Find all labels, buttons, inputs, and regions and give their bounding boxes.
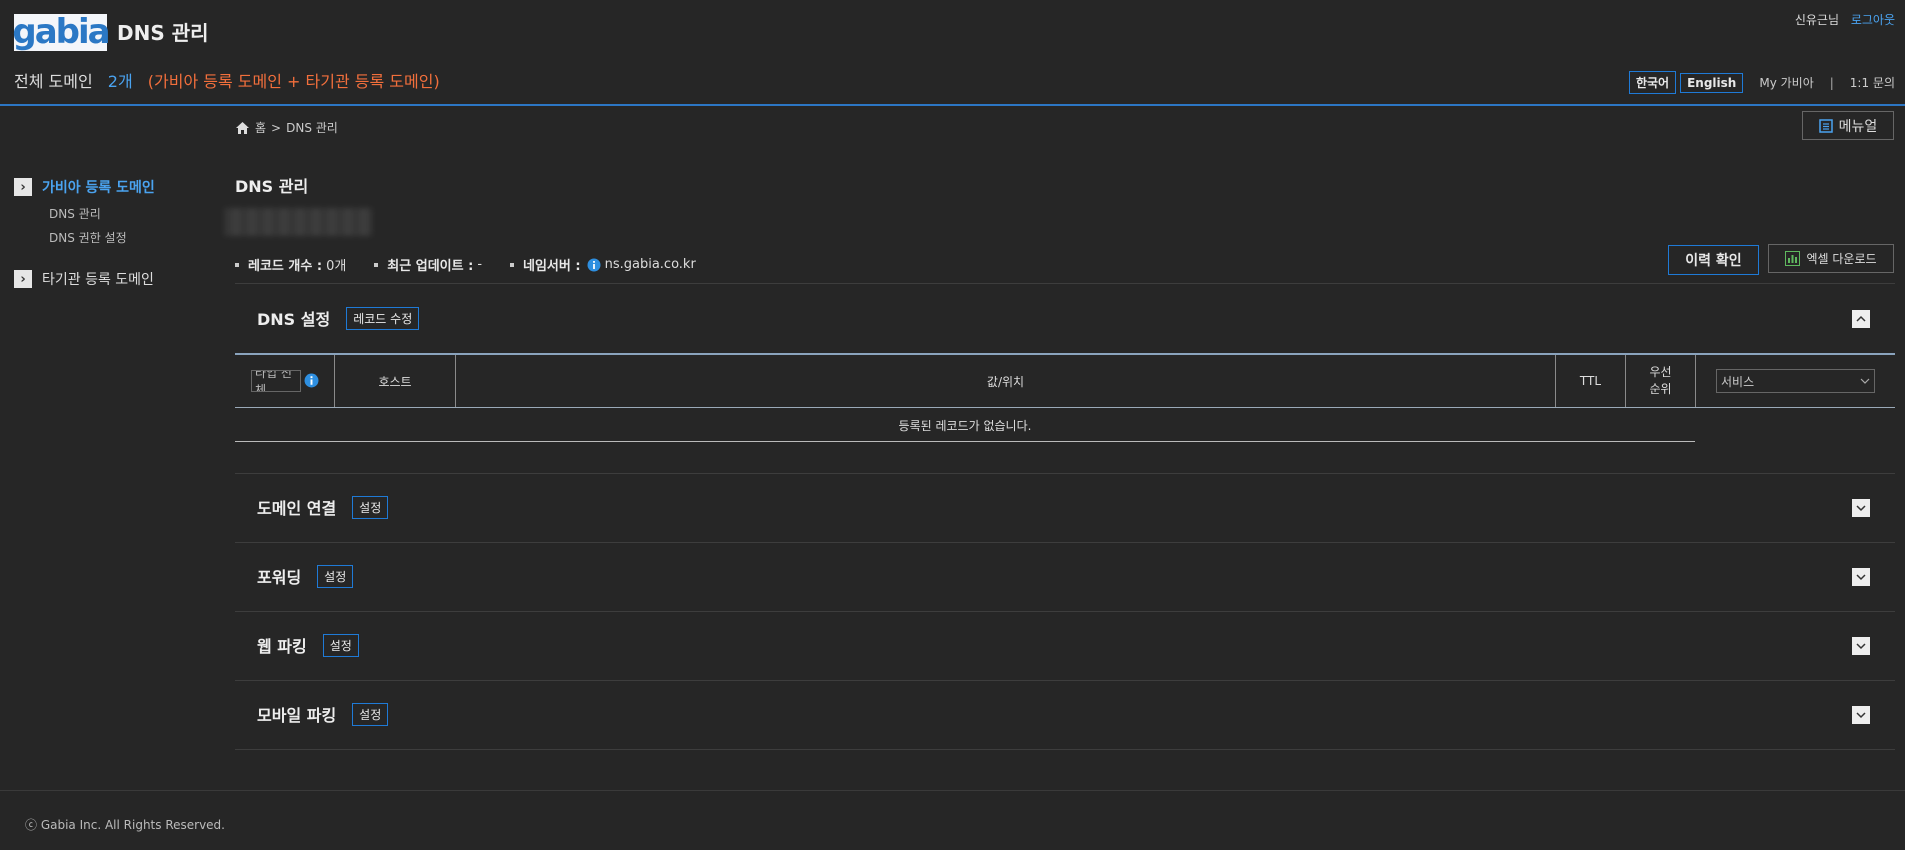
column-header-ttl: TTL — [1579, 374, 1602, 388]
footer-divider — [0, 790, 1905, 791]
service-select[interactable]: 서비스 — [1716, 369, 1875, 393]
logo-text: gabia — [12, 12, 110, 52]
dns-settings-title: DNS 설정 — [257, 310, 331, 329]
forwarding-header: 포워딩 설정 — [257, 564, 354, 588]
chevron-right-icon: › — [14, 270, 32, 288]
lang-english-button[interactable]: English — [1680, 72, 1744, 93]
excel-download-button[interactable]: 엑셀 다운로드 — [1768, 244, 1894, 273]
breadcrumb-separator: > — [271, 120, 282, 135]
type-filter-select[interactable]: 타입 전체 — [251, 370, 301, 392]
last-update-label: 최근 업데이트 : — [387, 259, 474, 274]
divider — [235, 542, 1895, 543]
sidebar-item-label: 가비아 등록 도메인 — [42, 180, 155, 196]
divider — [235, 749, 1895, 750]
last-update-value: - — [477, 257, 483, 272]
logout-link[interactable]: 로그아웃 — [1851, 13, 1895, 27]
manual-button[interactable]: 메뉴얼 — [1802, 111, 1894, 140]
forwarding-title: 포워딩 — [257, 568, 302, 587]
copyright-text: ⓒ Gabia Inc. All Rights Reserved. — [25, 818, 225, 832]
divider — [235, 680, 1895, 681]
mobile-parking-settings-button[interactable]: 설정 — [352, 702, 389, 726]
info-icon[interactable] — [304, 373, 319, 388]
domain-connection-settings-button[interactable]: 설정 — [352, 495, 389, 519]
web-parking-settings-button[interactable]: 설정 — [322, 633, 359, 657]
breadcrumb: 홈 > DNS 관리 — [235, 119, 338, 136]
forwarding-settings-button[interactable]: 설정 — [317, 564, 354, 588]
expand-forwarding-button[interactable] — [1852, 568, 1870, 586]
chevron-right-icon: › — [14, 178, 32, 196]
gabia-logo[interactable]: gabia — [12, 12, 111, 52]
top-links: 한국어 English My 가비아 | 1:1 문의 — [1628, 71, 1895, 94]
sidebar-item-gabia-domains[interactable]: › 가비아 등록 도메인 — [14, 177, 155, 197]
user-name: 신유근님 — [1794, 13, 1839, 27]
column-header-host: 호스트 — [378, 374, 412, 389]
domain-note: (가비아 등록 도메인 + 타기관 등록 도메인) — [147, 72, 440, 91]
manual-label: 메뉴얼 — [1838, 118, 1878, 135]
divider — [235, 283, 1895, 284]
dns-settings-header: DNS 설정 레코드 수정 — [257, 306, 420, 330]
sidebar-item-other-domains[interactable]: › 타기관 등록 도메인 — [14, 269, 154, 289]
domain-summary: 전체 도메인 2개 (가비아 등록 도메인 + 타기관 등록 도메인) — [14, 68, 440, 92]
excel-download-label: 엑셀 다운로드 — [1806, 252, 1877, 266]
web-parking-title: 웹 파킹 — [257, 637, 307, 656]
link-separator: | — [1829, 75, 1834, 90]
type-filter-value: 타입 전체 — [255, 370, 292, 392]
expand-mobile-parking-button[interactable] — [1852, 706, 1870, 724]
history-button[interactable]: 이력 확인 — [1668, 245, 1759, 275]
chevron-down-icon — [1856, 643, 1866, 650]
blurred-domain-name — [224, 208, 372, 236]
mobile-parking-title: 모바일 파킹 — [257, 706, 337, 725]
chevron-down-icon — [1860, 378, 1870, 384]
web-parking-header: 웹 파킹 설정 — [257, 633, 359, 657]
nameserver-value: ns.gabia.co.kr — [604, 257, 696, 272]
domain-connection-header: 도메인 연결 설정 — [257, 495, 389, 519]
divider — [235, 611, 1895, 612]
header-divider — [0, 104, 1905, 106]
column-header-value: 값/위치 — [986, 374, 1025, 389]
service-select-value: 서비스 — [1721, 374, 1755, 389]
dns-stats: 레코드 개수 : 0개 최근 업데이트 : - 네임서버 : ns.gabia.… — [235, 255, 724, 274]
sidebar-item-label: 타기관 등록 도메인 — [42, 272, 154, 288]
record-count: 레코드 개수 : 0개 — [235, 255, 346, 274]
document-icon — [1818, 118, 1833, 133]
expand-domain-connection-button[interactable] — [1852, 499, 1870, 517]
lang-korean-button[interactable]: 한국어 — [1628, 71, 1677, 94]
empty-records-message: 등록된 레코드가 없습니다. — [898, 418, 1032, 433]
chevron-down-icon — [1856, 505, 1866, 512]
inquiry-link[interactable]: 1:1 문의 — [1850, 74, 1895, 91]
my-gabia-link[interactable]: My 가비아 — [1759, 74, 1813, 91]
expand-web-parking-button[interactable] — [1852, 637, 1870, 655]
app-title: DNS 관리 — [117, 21, 209, 45]
sidebar-item-dns-manage[interactable]: DNS 관리 — [49, 205, 101, 222]
record-count-label: 레코드 개수 : — [248, 259, 323, 274]
edit-records-button[interactable]: 레코드 수정 — [346, 306, 420, 330]
chevron-down-icon — [1856, 574, 1866, 581]
collapse-dns-settings-button[interactable] — [1852, 310, 1870, 328]
chevron-down-icon — [1856, 712, 1866, 719]
nameserver: 네임서버 : ns.gabia.co.kr — [510, 255, 696, 274]
page-title: DNS 관리 — [235, 177, 309, 196]
info-icon[interactable] — [587, 258, 601, 272]
home-icon[interactable] — [235, 121, 250, 135]
divider — [235, 473, 1895, 474]
nameserver-label: 네임서버 : — [523, 259, 581, 274]
user-area: 신유근님 로그아웃 — [1795, 11, 1895, 28]
breadcrumb-home[interactable]: 홈 — [255, 119, 266, 136]
table-bottom-border — [235, 441, 1695, 442]
domain-connection-title: 도메인 연결 — [257, 499, 337, 518]
chevron-up-icon — [1856, 315, 1866, 322]
breadcrumb-current: DNS 관리 — [286, 121, 338, 135]
column-header-priority: 우선 순위 — [1649, 365, 1672, 396]
mobile-parking-header: 모바일 파킹 설정 — [257, 702, 389, 726]
sidebar-item-dns-permission[interactable]: DNS 권한 설정 — [49, 229, 127, 246]
domain-count: 2개 — [107, 72, 133, 91]
domain-label: 전체 도메인 — [14, 72, 93, 91]
last-update: 최근 업데이트 : - — [374, 255, 482, 274]
chart-icon — [1785, 251, 1801, 266]
column-divider — [1695, 355, 1696, 407]
record-count-value: 0개 — [326, 259, 347, 274]
